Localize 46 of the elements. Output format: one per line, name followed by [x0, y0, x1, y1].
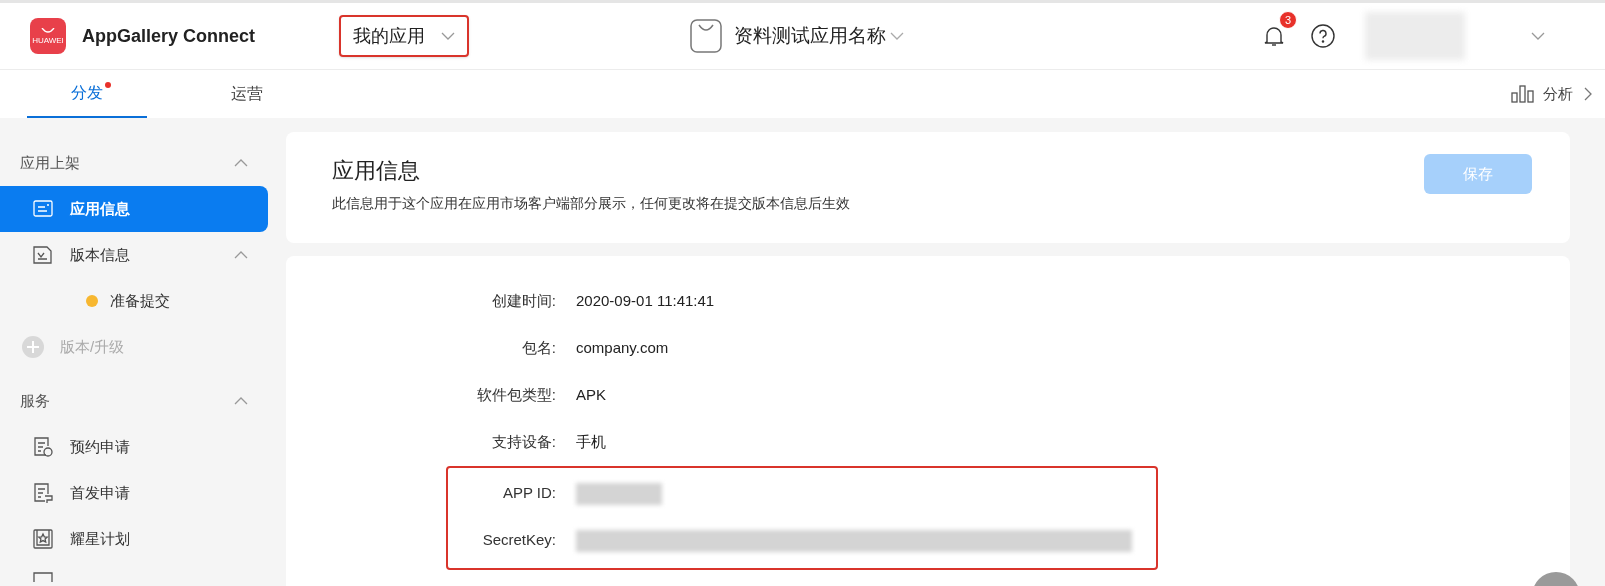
bar-chart-icon: [1511, 85, 1535, 103]
card-icon: [32, 198, 54, 220]
field-label: SecretKey:: [481, 530, 556, 551]
tab[interactable]: 运营: [187, 70, 307, 118]
star-badge-icon: [32, 528, 54, 550]
document-flag-icon: [32, 482, 54, 504]
field-label: 创建时间:: [490, 291, 556, 312]
app-menu-dropdown[interactable]: 我的应用: [339, 15, 470, 57]
bell-icon: [1264, 25, 1284, 47]
section-heading: 服务: [20, 390, 50, 411]
sidebar-item[interactable]: 耀星计划: [0, 516, 268, 562]
sidebar-item[interactable]: 应用信息: [0, 186, 268, 232]
section-heading: 应用上架: [20, 152, 80, 173]
document-clock-icon: [32, 436, 54, 458]
chevron-icon: [1531, 32, 1545, 40]
analysis-link[interactable]: 分析: [1511, 70, 1595, 118]
tab[interactable]: 分发: [27, 70, 147, 118]
chevron-right-icon: [1584, 87, 1592, 101]
chevron-icon: [234, 251, 248, 259]
notification-badge: 3: [1279, 11, 1297, 29]
field-label: 软件包类型:: [475, 385, 556, 406]
field-value: company.com: [576, 338, 669, 359]
sidebar-item[interactable]: 首发申请: [0, 470, 268, 516]
app-name-dropdown[interactable]: 资料测试应用名称: [734, 21, 904, 51]
chevron-icon: [890, 32, 904, 40]
document-icon: [32, 572, 54, 582]
app-logo: HUAWEI: [30, 18, 66, 54]
field-value: APK: [576, 385, 606, 406]
field-label: 支持设备:: [490, 432, 556, 453]
plus-circle-icon: [22, 336, 44, 358]
page-title: 应用信息: [332, 157, 421, 185]
field-label: 包名:: [520, 338, 556, 359]
field-value: 2020-09-01 11:41:41: [576, 291, 715, 312]
chevron-icon: [234, 397, 248, 405]
sidebar-item[interactable]: 预约申请: [0, 424, 268, 470]
document-icon: [32, 244, 54, 266]
field-value: 手机: [576, 432, 606, 453]
brand-name: AppGallery Connect: [82, 24, 256, 48]
help-icon[interactable]: [1311, 24, 1335, 48]
chevron-icon: [441, 32, 456, 40]
bag-icon: [690, 19, 722, 53]
sidebar-item[interactable]: 版本信息: [0, 232, 268, 278]
chevron-icon: [234, 159, 248, 167]
sidebar-item[interactable]: 准备提交: [110, 289, 170, 313]
page-description: 此信息用于这个应用在应用市场客户端部分展示，任何更改将在提交版本信息后生效: [332, 194, 851, 213]
field-label: APP ID:: [501, 483, 556, 504]
